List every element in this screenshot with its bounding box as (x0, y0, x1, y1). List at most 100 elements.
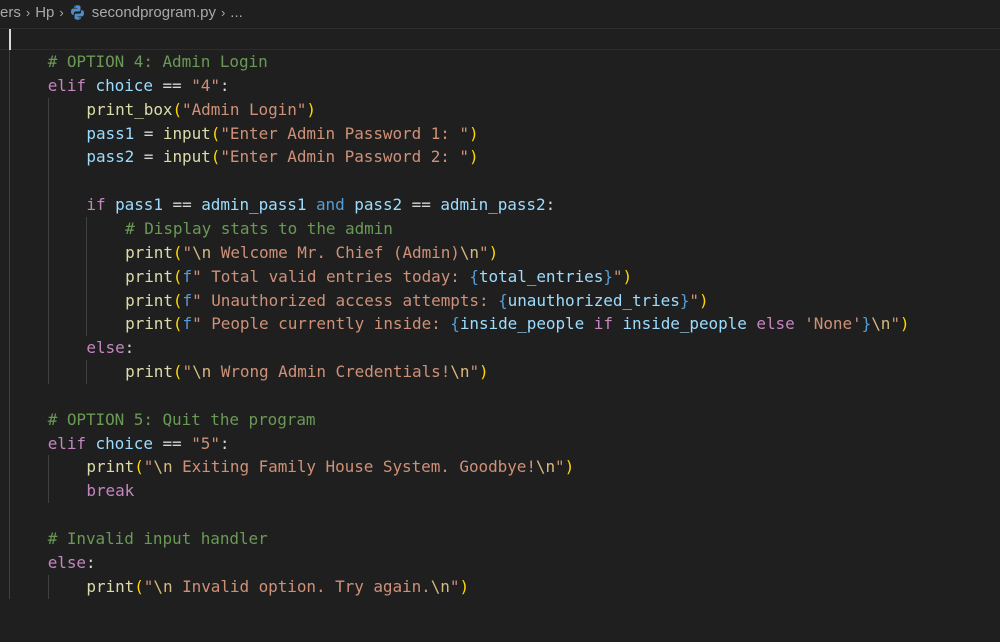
code-line: print("\n Wrong Admin Credentials!\n") (125, 360, 489, 384)
code-line: print("\n Welcome Mr. Chief (Admin)\n") (125, 241, 498, 265)
breadcrumb-folder-hp[interactable]: Hp (35, 4, 54, 21)
code-token: : (545, 195, 556, 215)
code-line: print("\n Invalid option. Try again.\n") (86, 575, 469, 599)
code-line: # OPTION 5: Quit the program (48, 408, 316, 432)
indent-guide (47, 574, 49, 599)
code-token: print (86, 576, 135, 596)
code-token: f (182, 266, 193, 286)
code-token: inside_people (622, 314, 747, 334)
code-token: " (449, 576, 460, 596)
code-token: "4" (191, 75, 220, 95)
code-token: print (125, 242, 173, 262)
code-token: \n (192, 362, 212, 382)
code-token: ( (172, 314, 183, 334)
code-token: admin_pass2 (440, 195, 546, 215)
code-token: choice (95, 75, 153, 95)
code-token: else (86, 338, 125, 358)
code-editor[interactable]: # OPTION 4: Admin Login elif choice == "4… (0, 24, 1000, 642)
code-token: inside_people (459, 314, 585, 334)
code-token: ) (479, 362, 489, 382)
code-token: ) (468, 147, 479, 167)
code-token: = (134, 123, 163, 143)
breadcrumb-file-name[interactable]: secondprogram.py (92, 4, 216, 21)
code-token: : (85, 552, 96, 572)
indent-guide (86, 360, 88, 384)
code-token: ) (564, 457, 575, 477)
breadcrumb-separator: › (59, 4, 64, 20)
code-token: Exiting Family House System. Goodbye! (172, 457, 536, 477)
code-line: # Display stats to the admin (125, 217, 393, 241)
code-token: } (861, 314, 872, 334)
code-line: break (86, 479, 134, 503)
code-token: ) (459, 576, 470, 596)
code-token: : (219, 433, 230, 453)
code-token: " (143, 576, 154, 596)
code-line: if pass1 == admin_pass1 and pass2 == adm… (86, 193, 555, 217)
code-token: total_entries (478, 266, 604, 286)
code-token: { (498, 290, 508, 310)
code-token: "Enter Admin Password 2: " (220, 147, 469, 167)
code-token: == (162, 195, 202, 215)
code-line: print_box("Admin Login") (86, 98, 316, 122)
code-token: ( (172, 266, 183, 286)
code-token: = (134, 147, 163, 167)
code-token: pass2 (354, 195, 403, 215)
code-token: Invalid option. Try again. (172, 576, 431, 596)
code-token: pass1 (86, 123, 135, 143)
code-token: pass1 (115, 195, 163, 215)
python-file-icon (69, 4, 86, 21)
text-cursor (9, 29, 11, 50)
code-token: " Total valid entries today: (192, 266, 470, 286)
code-token: ) (622, 266, 633, 286)
code-token: { (469, 266, 479, 286)
code-token: else (756, 314, 795, 334)
code-token: \n (192, 242, 212, 262)
code-token: admin_pass1 (201, 195, 307, 215)
breadcrumb-separator: › (220, 4, 226, 20)
indent-guide (47, 97, 49, 384)
code-token: ) (899, 314, 910, 334)
breadcrumb-symbol-more[interactable]: ... (230, 4, 243, 21)
code-token: ) (488, 242, 499, 262)
indent-guide (47, 455, 49, 504)
code-token: ( (172, 242, 183, 262)
code-line: # OPTION 4: Admin Login (48, 50, 268, 74)
code-token: elif (47, 433, 86, 453)
code-token: \n (459, 242, 479, 262)
code-token: print_box (86, 99, 173, 119)
code-token: f (182, 290, 193, 310)
code-token: : (124, 338, 135, 358)
code-token: else (47, 552, 86, 572)
code-token: ) (306, 99, 316, 119)
code-token: unauthorized_tries (507, 290, 680, 310)
code-token: print (86, 457, 135, 477)
breadcrumb-folder-users[interactable]: ers (0, 4, 21, 21)
code-token: print (125, 266, 173, 286)
code-line: print(f" People currently inside: {insid… (125, 312, 909, 336)
code-token: "Admin Login" (182, 99, 307, 119)
code-token: if (593, 314, 613, 334)
code-token: ) (698, 290, 709, 310)
code-token: } (679, 290, 690, 310)
code-token: \n (153, 576, 173, 596)
code-line: elif choice == "4": (48, 74, 230, 98)
code-token: "Enter Admin Password 1: " (220, 123, 469, 143)
breadcrumb: ers › Hp › secondprogram.py › ... (0, 0, 1000, 24)
code-token: ) (468, 123, 479, 143)
code-token: Wrong Admin Credentials! (211, 362, 451, 382)
code-token: ( (210, 147, 221, 167)
code-token: " (143, 457, 154, 477)
code-line: pass2 = input("Enter Admin Password 2: "… (86, 145, 478, 169)
code-token: and (315, 195, 345, 215)
code-token: ( (134, 457, 144, 477)
code-token: input (162, 123, 211, 143)
code-token: break (86, 481, 135, 501)
code-token: " People currently inside: (192, 314, 451, 334)
code-token: f (182, 314, 193, 334)
code-line: # Invalid input handler (48, 527, 268, 551)
code-token: \n (430, 576, 450, 596)
